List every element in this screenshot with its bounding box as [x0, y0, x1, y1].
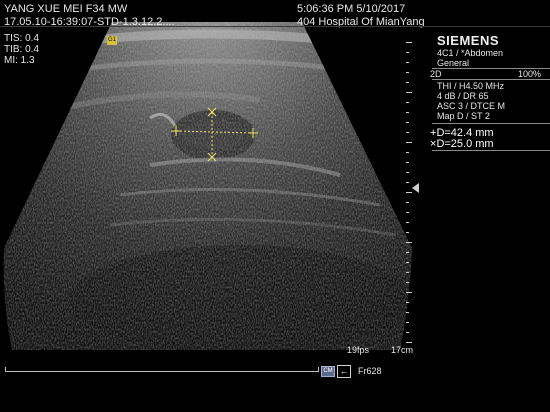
cine-icon[interactable]: CM: [321, 366, 335, 377]
depth-tick: [406, 112, 409, 113]
timeline-end-tick: [318, 367, 319, 372]
preset-label: General: [437, 58, 470, 68]
gain-dr: 4 dB / DR 65: [437, 91, 489, 101]
brand-logo: SIEMENS: [437, 33, 500, 48]
depth-tick: [406, 222, 409, 223]
mi-index: MI: 1.3: [4, 55, 35, 66]
tis-index: TIS: 0.4: [4, 33, 40, 44]
depth-tick: [406, 52, 409, 53]
depth-tick: [406, 102, 409, 103]
depth-tick: [406, 42, 412, 43]
arrow-left-icon[interactable]: ←: [337, 365, 351, 378]
focus-marker-icon[interactable]: [412, 183, 419, 193]
depth-tick: [406, 142, 412, 143]
tib-index: TIB: 0.4: [4, 44, 40, 55]
depth-tick: [406, 132, 409, 133]
imaging-mode: 2D: [430, 69, 442, 79]
map-st: Map D / ST 2: [437, 111, 490, 121]
depth-tick: [406, 212, 409, 213]
frame-rate: 19fps: [347, 345, 370, 355]
cine-timeline[interactable]: [5, 371, 319, 372]
depth-tick: [406, 252, 409, 253]
asc-dtce: ASC 3 / DTCE M: [437, 101, 506, 111]
depth-tick: [406, 342, 412, 343]
depth-tick: [406, 122, 409, 123]
header-divider: [0, 26, 550, 27]
measurement-row[interactable]: ×D=25.0 mm: [430, 138, 550, 150]
measurement-value: D=25.0 mm: [436, 138, 494, 150]
depth-tick: [406, 182, 409, 183]
depth-tick: [406, 272, 409, 273]
depth-tick: [406, 82, 409, 83]
depth-tick: [406, 162, 409, 163]
depth-tick: [406, 62, 409, 63]
panel-divider: [432, 150, 550, 151]
depth-tick: [406, 332, 409, 333]
depth-tick: [406, 92, 412, 93]
power-level: 100%: [518, 69, 542, 79]
timeline-start-tick: [5, 367, 6, 372]
probe-label: 4C1 / *Abdomen: [437, 48, 504, 58]
frame-number: Fr628: [358, 366, 382, 376]
depth-tick: [406, 292, 412, 293]
orientation-indicator: G1: [107, 36, 117, 45]
depth-tick: [406, 302, 409, 303]
patient-name: YANG XUE MEI F34 MW: [4, 3, 128, 15]
exam-datetime: 5:06:36 PM 5/10/2017: [297, 3, 406, 15]
depth-tick: [406, 312, 409, 313]
panel-divider: [432, 79, 550, 80]
thi-frequency: THI / H4.50 MHz: [437, 81, 505, 91]
depth-tick: [406, 202, 409, 203]
panel-divider: [432, 123, 550, 124]
depth-tick: [406, 242, 412, 243]
depth-tick: [406, 172, 409, 173]
depth-tick: [406, 282, 409, 283]
depth-tick: [406, 152, 409, 153]
depth-tick: [406, 72, 409, 73]
depth-value: 17cm: [391, 345, 414, 355]
depth-tick: [406, 232, 409, 233]
depth-tick: [406, 262, 409, 263]
depth-tick: [406, 322, 409, 323]
